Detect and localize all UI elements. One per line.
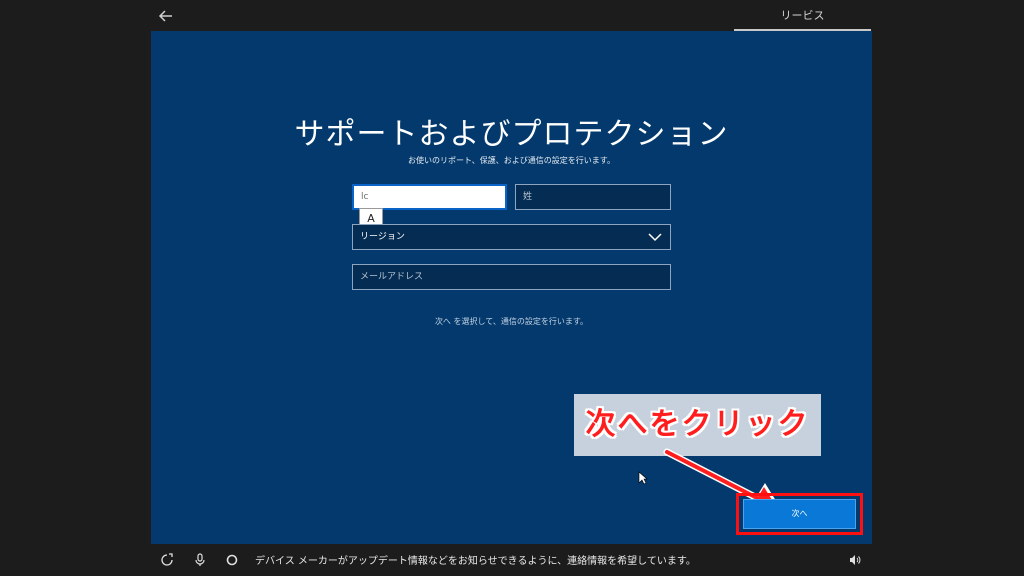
page-subtitle: お使いのリポート、保護、および通信の設定を行います。 — [407, 156, 616, 165]
first-name-value: lc — [361, 192, 369, 202]
back-arrow-icon — [158, 10, 172, 22]
mouse-cursor-icon — [638, 471, 648, 485]
ease-of-access-icon[interactable] — [160, 553, 174, 567]
back-button[interactable] — [156, 6, 178, 26]
email-input[interactable]: メールアドレス — [352, 264, 671, 290]
main-panel: サポートおよびプロテクション お使いのリポート、保護、および通信の設定を行います… — [151, 31, 872, 544]
bottom-bar: デバイス メーカーがアップデート情報などをお知らせできるように、連絡情報を希望し… — [0, 544, 1024, 576]
region-label: リージョン — [360, 232, 405, 242]
first-name-input[interactable]: lc — [352, 184, 507, 210]
microphone-icon[interactable] — [193, 553, 207, 567]
callout-text: 次へをクリック — [585, 407, 810, 442]
chevron-down-icon — [648, 233, 662, 242]
volume-icon[interactable] — [848, 553, 862, 567]
hint-text: 次へ を選択して、通信の設定を行います。 — [434, 317, 589, 326]
tab-label[interactable]: リービス — [734, 0, 871, 31]
next-button[interactable]: 次へ — [743, 499, 856, 529]
email-placeholder: メールアドレス — [360, 272, 424, 282]
region-select[interactable]: リージョン — [352, 224, 671, 250]
last-name-placeholder: 姓 — [523, 192, 533, 202]
top-bar: リービス — [0, 0, 1024, 31]
page-title: サポートおよびプロテクション — [294, 117, 729, 152]
last-name-input[interactable]: 姓 — [515, 184, 671, 210]
cortana-icon[interactable] — [225, 553, 239, 567]
status-message: デバイス メーカーがアップデート情報などをお知らせできるように、連絡情報を希望し… — [255, 556, 696, 567]
callout-box: 次へをクリック — [574, 394, 821, 456]
